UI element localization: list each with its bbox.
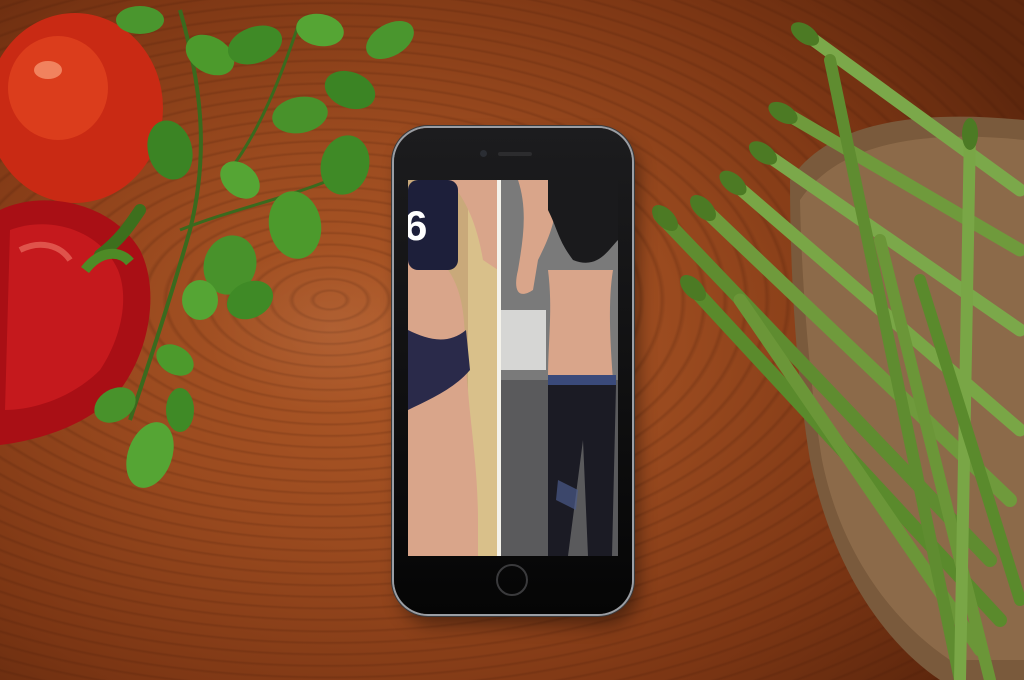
smartphone: 6 [394, 128, 632, 614]
home-button[interactable] [496, 564, 528, 596]
phone-screen: 6 [408, 180, 618, 556]
before-photo: 6 [408, 180, 498, 556]
speaker-grille [498, 152, 532, 156]
photo-divider [497, 180, 501, 556]
tomato [0, 13, 163, 203]
after-photo [501, 180, 618, 556]
jersey-number: 6 [408, 202, 427, 249]
front-camera-icon [480, 150, 487, 157]
before-after-photo: 6 [408, 180, 618, 556]
